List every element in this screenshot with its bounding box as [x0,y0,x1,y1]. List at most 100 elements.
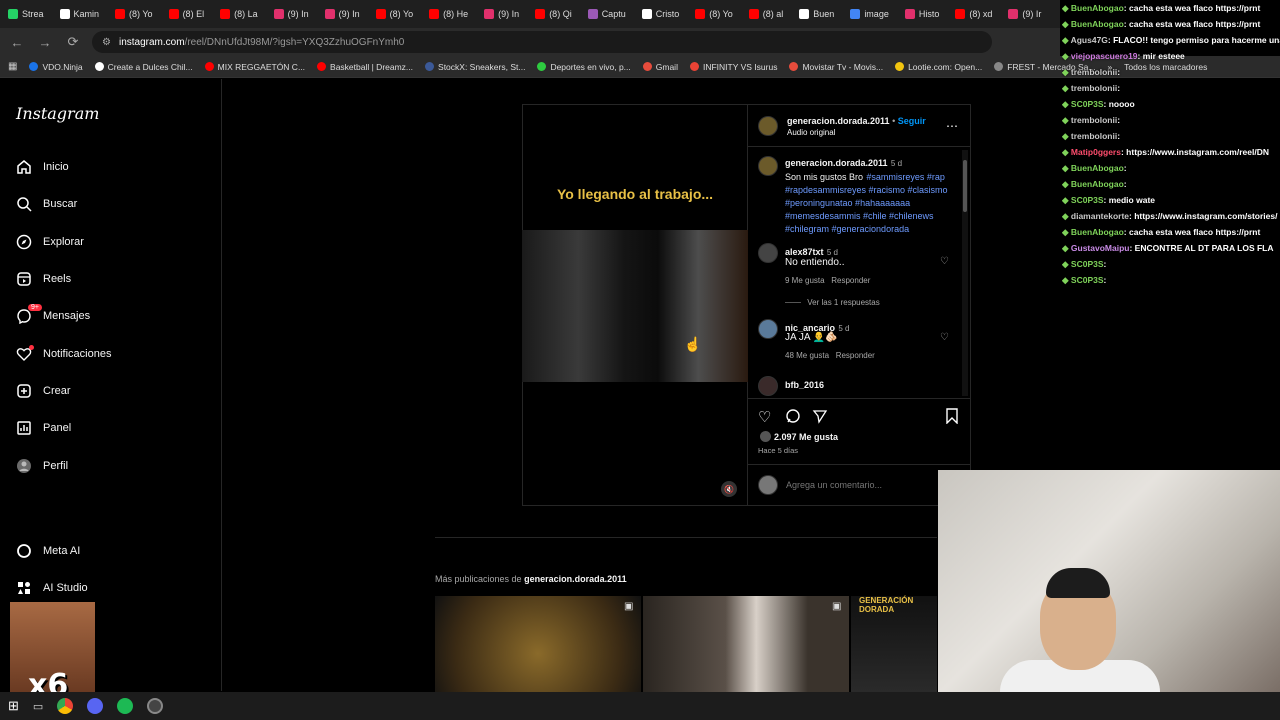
tab-favicon [904,9,915,19]
bookmark-item[interactable]: Create a Dulces Chil... [94,62,193,72]
browser-tab[interactable]: Cristo [634,0,688,28]
more-posts-author[interactable]: generacion.dorada.2011 [524,574,627,584]
comment-like-icon[interactable]: ♡ [940,332,949,343]
comment-avatar[interactable] [758,243,778,263]
share-icon[interactable] [812,408,828,427]
forward-icon[interactable]: → [36,33,54,51]
browser-tab[interactable]: Histo [897,0,948,28]
discord-icon[interactable] [87,698,104,714]
nav-crear[interactable]: Crear [16,383,71,399]
caption-author-avatar[interactable] [758,156,778,176]
nav-explorar[interactable]: Explorar [16,234,84,250]
windows-start-icon[interactable]: ⊞ [8,698,19,714]
browser-tab[interactable]: Strea [0,0,52,28]
browser-tab[interactable]: (8) Yo [687,0,741,28]
browser-tab[interactable]: (8) He [421,0,476,28]
author-avatar[interactable] [758,116,778,136]
comment-likes[interactable]: 9 Me gusta [785,276,825,285]
like-icon[interactable]: ♡ [758,408,771,426]
bookmark-item[interactable]: Deportes en vivo, p... [537,62,631,72]
browser-tab[interactable]: Captu [580,0,634,28]
comment-input[interactable] [786,477,936,493]
browser-tab[interactable]: (9) In [266,0,317,28]
nav-inicio[interactable]: Inicio [16,159,69,175]
nav-mensajes[interactable]: Mensajes [16,308,90,324]
bookmark-item[interactable]: Gmail [642,62,678,72]
comment-avatar[interactable] [758,319,778,339]
browser-tab[interactable]: (8) xd [947,0,1000,28]
bookmark-item[interactable]: Lootie.com: Open... [895,62,982,72]
chat-message: ◆ trembolonii: [1062,128,1280,144]
author-username[interactable]: generacion.dorada.2011 [787,116,890,126]
bookmark-item[interactable]: Basketball | Dreamz... [317,62,413,72]
url-host: instagram.com [118,36,185,48]
obs-icon[interactable] [147,698,164,714]
browser-tab[interactable]: (9) Ir [1000,0,1049,28]
tab-label: image [864,9,889,19]
comment-username[interactable]: alex87txt [785,247,824,257]
bookmark-item[interactable]: MIX REGGAETÓN C... [204,62,305,72]
browser-tab[interactable]: Kamin [52,0,108,28]
instagram-logo[interactable]: Instagram [16,104,99,123]
chat-badge-icon: ◆ [1062,131,1071,141]
comment-username[interactable]: bfb_2016 [785,380,824,390]
chrome-icon[interactable] [57,698,74,714]
nav-buscar[interactable]: Buscar [16,196,77,212]
spotify-icon[interactable] [117,698,134,714]
nav-ai-studio[interactable]: AI Studio [16,580,88,596]
chat-text: : [1123,163,1127,173]
chat-badge-icon: ◆ [1062,243,1071,253]
bookmark-item[interactable]: StockX: Sneakers, St... [425,62,525,72]
file-explorer-icon[interactable]: ▭ [33,700,43,713]
comments-scrollbar[interactable] [962,150,968,396]
comment-icon[interactable] [785,408,801,427]
browser-tab[interactable]: (8) Yo [368,0,422,28]
caption-author[interactable]: generacion.dorada.2011 [785,158,888,168]
chat-badge-icon: ◆ [1062,259,1071,269]
chat-message: ◆ SC0P3S: [1062,272,1280,288]
nav-panel[interactable]: Panel [16,420,71,436]
comment-likes[interactable]: 48 Me gusta [785,351,829,360]
browser-tab[interactable]: (8) al [741,0,792,28]
browser-tab[interactable]: (8) El [161,0,213,28]
browser-tab[interactable]: (8) La [212,0,266,28]
nav-reels[interactable]: Reels [16,271,71,287]
likes-count[interactable]: 2.097 Me gusta [774,432,838,442]
browser-tab[interactable]: (9) In [317,0,368,28]
chat-message: ◆ SC0P3S: [1062,256,1280,272]
post-thumbnail[interactable]: GENERACIÓN DORADA [851,596,937,692]
address-bar[interactable]: ⚙ instagram.com/reel/DNnUfdJt98M/?igsh=Y… [92,31,992,53]
mute-button[interactable]: 🔇 [721,481,737,497]
chat-message: ◆ BuenAbogao: [1062,160,1280,176]
view-replies[interactable]: Ver las 1 respuestas [785,298,880,307]
site-info-icon[interactable]: ⚙ [102,37,111,48]
browser-tab[interactable]: (8) Qi [527,0,580,28]
more-options-icon[interactable]: ⋯ [946,119,958,133]
nav-meta-ai[interactable]: Meta AI [16,543,80,559]
bookmark-item[interactable]: Movistar Tv - Movis... [789,62,883,72]
browser-tab[interactable]: (8) Yo [107,0,161,28]
audio-label[interactable]: Audio original [787,128,835,137]
browser-tab[interactable]: (9) In [476,0,527,28]
apps-icon[interactable]: ▦ [8,61,17,72]
comment-avatar[interactable] [758,376,778,396]
nav-perfil[interactable]: Perfil [16,458,68,474]
profile-avatar [16,458,32,474]
post-thumbnail[interactable] [435,596,641,692]
post-thumbnail[interactable] [643,596,849,692]
back-icon[interactable]: ← [8,33,26,51]
follow-button[interactable]: Seguir [898,116,926,126]
scrollbar-thumb[interactable] [963,160,967,212]
browser-tab[interactable]: image [842,0,897,28]
comment-like-icon[interactable]: ♡ [940,256,949,267]
tab-label: (9) Ir [1022,9,1042,19]
bookmark-item[interactable]: INFINITY VS Isurus [689,62,777,72]
reply-button[interactable]: Responder [836,351,875,360]
browser-tab[interactable]: Buen [791,0,842,28]
reply-button[interactable]: Responder [831,276,870,285]
reload-icon[interactable]: ⟳ [64,33,82,51]
bookmark-item[interactable]: VDO.Ninja [29,62,83,72]
chat-username: Agus47G [1070,35,1108,45]
chat-message: ◆ SC0P3S: noooo [1062,96,1280,112]
save-icon[interactable] [946,408,958,427]
